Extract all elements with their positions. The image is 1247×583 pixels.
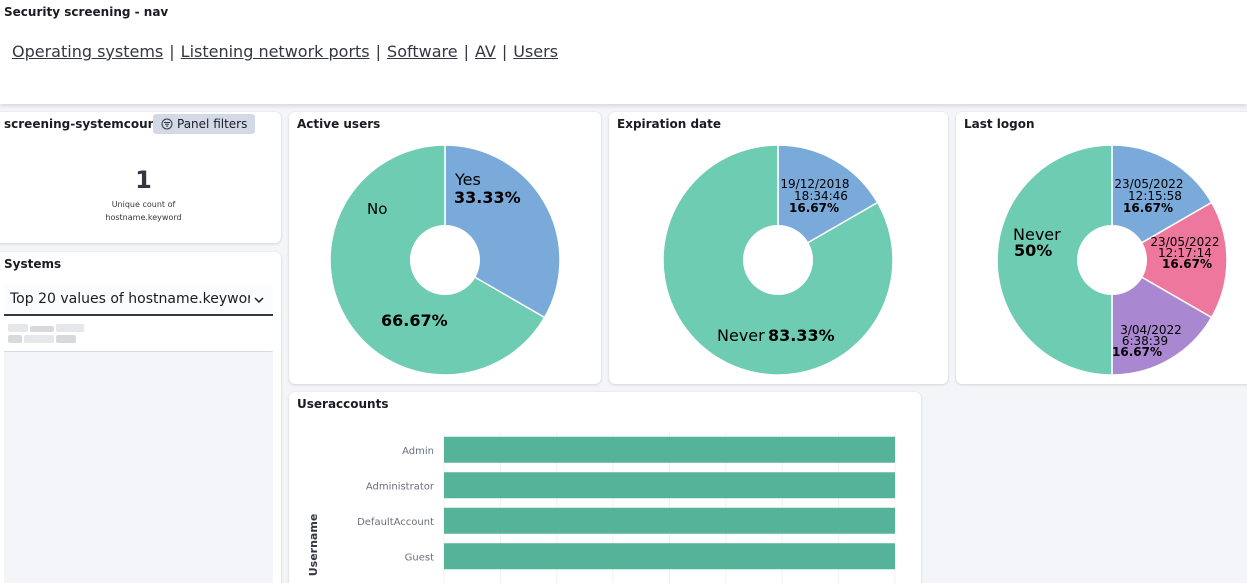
slice-pct-1: 16.67% (1123, 201, 1173, 215)
active-users-pie-chart: Yes 33.33% No 66.67% (329, 144, 561, 376)
last-logon-panel: Last logon 23/05/2022 12:15:58 16.67% 23… (956, 112, 1247, 384)
slice-pct-never: 83.33% (768, 326, 835, 345)
panel-title: Systems (4, 257, 62, 271)
y-tick-label: Guest (405, 552, 434, 563)
slice-label-yes: Yes (454, 170, 481, 189)
slice-pct-3: 16.67% (1112, 345, 1162, 359)
metric-label-line2: hostname.keyword (105, 213, 182, 222)
useraccounts-panel: Useraccounts Admin Administrator DefaultAc… (289, 392, 921, 583)
slice-label-never: Never (717, 326, 765, 345)
nav-separator: | (463, 42, 469, 61)
nav-separator: | (169, 42, 175, 61)
bar-admin[interactable] (444, 436, 895, 463)
nav-link-listening-network-ports[interactable]: Listening network ports (181, 42, 370, 61)
redacted-list-item[interactable] (8, 324, 84, 344)
y-tick-label: Administrator (366, 481, 435, 492)
metric-value: 1 (135, 166, 152, 194)
expiration-date-pie-chart: 19/12/2018 18:34:46 16.67% Never 83.33% (662, 144, 894, 376)
system-count-panel: screening-systemcount Panel filters 1 Un… (0, 112, 281, 243)
y-tick-label: DefaultAccount (357, 517, 434, 528)
filter-icon (161, 118, 173, 130)
y-tick-label: Admin (402, 446, 434, 457)
bar-defaultaccount[interactable] (444, 507, 895, 534)
slice-pct-2018: 16.67% (789, 201, 839, 215)
metric-label-line1: Unique count of (111, 200, 176, 209)
systems-panel: Systems Top 20 values of hostname.keywor… (0, 252, 281, 583)
slice-pct-no: 66.67% (381, 311, 448, 330)
select-value: Top 20 values of hostname.keyword (10, 291, 250, 307)
y-axis-label: Username (307, 514, 320, 577)
nav-panel-title: Security screening - nav (4, 5, 169, 19)
nav-links: Operating systems | Listening network port… (12, 42, 558, 61)
hostname-values-select[interactable]: Top 20 values of hostname.keyword (4, 284, 273, 316)
active-users-panel: Active users Yes 33.33% No 66.67% (289, 112, 601, 384)
metric-label: Unique count of hostname.keyword (0, 198, 281, 224)
donut-hole (743, 225, 813, 295)
last-logon-pie-chart: 23/05/2022 12:15:58 16.67% 23/05/2022 12… (996, 144, 1228, 376)
systems-list-area (4, 351, 273, 583)
donut-hole (410, 225, 480, 295)
panel-filters-button[interactable]: Panel filters (153, 114, 255, 134)
slice-pct-never: 50% (1014, 241, 1052, 260)
nav-panel: Security screening - nav Operating syste… (0, 0, 1247, 104)
nav-separator: | (375, 42, 382, 61)
nav-link-software[interactable]: Software (387, 42, 458, 61)
panel-filters-label: Panel filters (177, 117, 248, 131)
slice-label-no: No (367, 200, 387, 218)
donut-hole (1077, 225, 1147, 295)
panel-title: screening-systemcount (4, 117, 162, 131)
chevron-down-icon (254, 297, 264, 304)
useraccounts-bar-chart: Admin Administrator DefaultAccount Guest Us… (307, 432, 896, 583)
bar-guest[interactable] (444, 543, 895, 570)
slice-pct-2: 16.67% (1162, 257, 1212, 271)
nav-link-operating-systems[interactable]: Operating systems (12, 42, 163, 61)
nav-link-av[interactable]: AV (475, 42, 496, 61)
nav-link-users[interactable]: Users (513, 42, 558, 61)
nav-separator: | (501, 42, 508, 61)
expiration-date-panel: Expiration date 19/12/2018 18:34:46 16.6… (609, 112, 948, 384)
slice-pct-yes: 33.33% (454, 188, 521, 207)
bar-administrator[interactable] (444, 472, 895, 499)
